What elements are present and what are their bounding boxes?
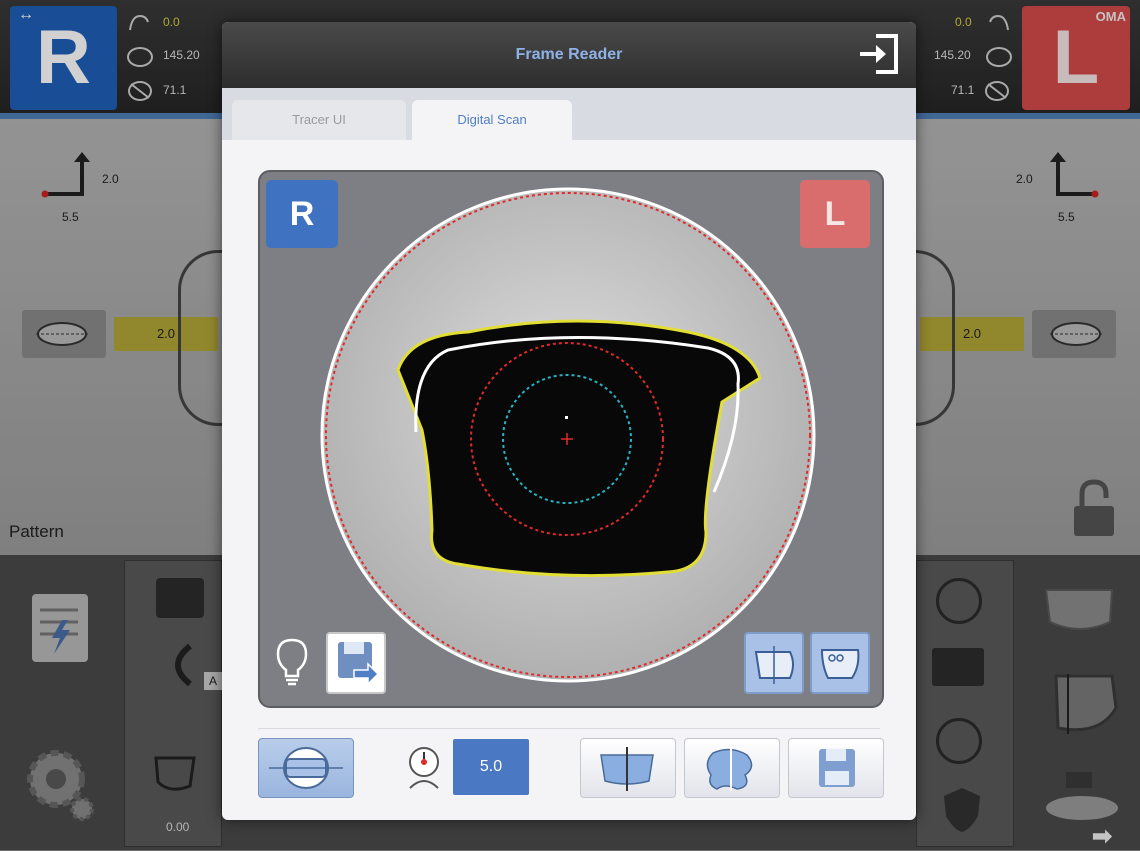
toolbar-separator (258, 728, 880, 729)
edit-shape-icon (706, 747, 753, 791)
split-shape-icon (600, 747, 654, 791)
save-icon (819, 749, 855, 787)
frame-mode-button[interactable] (258, 738, 354, 798)
save-export-button[interactable] (326, 632, 386, 694)
frame-reader-dialog: Frame Reader Tracer UI Digital Scan R L (222, 22, 916, 820)
dialog-title: Frame Reader (515, 46, 623, 63)
left-eye-badge[interactable]: L (800, 180, 870, 248)
frame-mode-icon (269, 747, 343, 789)
exit-icon (860, 34, 898, 74)
save-button[interactable] (788, 738, 884, 798)
shape-rotate-button[interactable] (744, 632, 804, 694)
tab-digital-scan[interactable]: Digital Scan (412, 100, 572, 140)
scan-image[interactable] (258, 170, 884, 708)
split-shape-button[interactable] (580, 738, 676, 798)
save-export-icon (338, 642, 380, 686)
dial-icon (404, 744, 444, 792)
shape-rotate-icon (754, 646, 794, 684)
tab-tracer-ui[interactable]: Tracer UI (232, 100, 406, 140)
edit-shape-button[interactable] (684, 738, 780, 798)
value-display[interactable]: 5.0 (453, 739, 529, 795)
exit-button[interactable] (858, 32, 900, 76)
shape-hole-button[interactable] (810, 632, 870, 694)
right-eye-badge[interactable]: R (266, 180, 338, 248)
shape-hole-icon (820, 649, 860, 679)
lightbulb-icon[interactable] (274, 636, 310, 688)
